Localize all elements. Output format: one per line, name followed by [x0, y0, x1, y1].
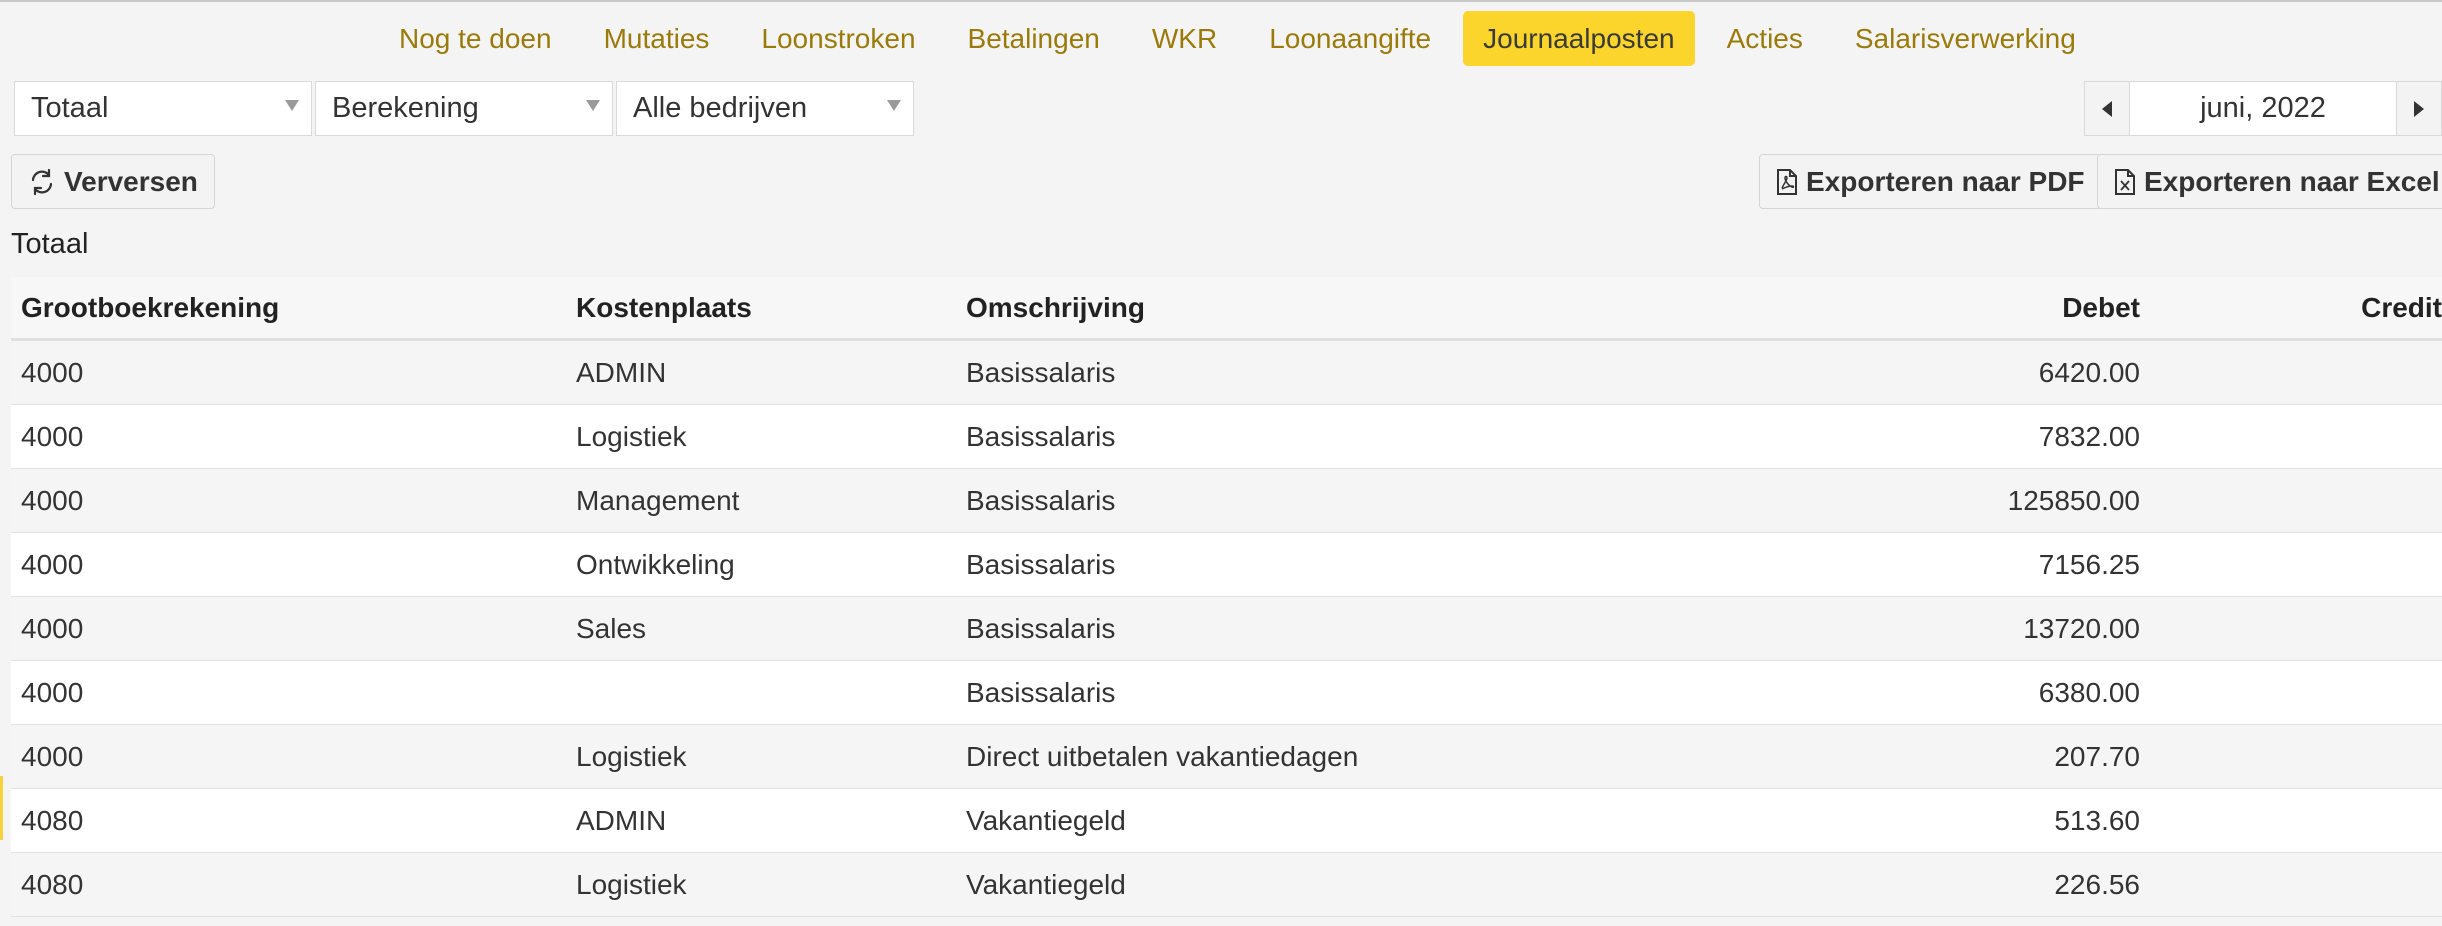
tab-nog-te-doen[interactable]: Nog te doen — [379, 11, 572, 66]
mode-select-value: Berekening — [332, 92, 479, 124]
caret-down-icon — [285, 100, 299, 111]
previous-period-button[interactable] — [2084, 81, 2130, 136]
caret-down-icon — [887, 100, 901, 111]
cell-account: 4080 — [21, 868, 84, 900]
cell-account: 4000 — [21, 676, 84, 708]
triangle-right-icon — [2414, 100, 2424, 117]
table-row[interactable]: 4000 Management Basissalaris 125850.00 — [11, 469, 2442, 533]
export-pdf-button[interactable]: Exporteren naar PDF — [1759, 154, 2102, 209]
table-row[interactable]: 4000 Ontwikkeling Basissalaris 7156.25 — [11, 533, 2442, 597]
cell-cost-center: Logistiek — [576, 868, 687, 900]
tab-wkr[interactable]: WKR — [1132, 11, 1237, 66]
cell-description: Direct uitbetalen vakantiedagen — [966, 740, 1359, 772]
cell-debit: 7156.25 — [2038, 548, 2140, 580]
cell-account: 4000 — [21, 612, 84, 644]
cell-debit: 207.70 — [2054, 740, 2140, 772]
tab-mutaties[interactable]: Mutaties — [584, 11, 730, 66]
cell-cost-center: Management — [576, 484, 740, 516]
cell-account: 4000 — [21, 548, 84, 580]
header-debit[interactable]: Debet — [2062, 292, 2140, 324]
cell-description: Basissalaris — [966, 356, 1116, 388]
cell-description: Basissalaris — [966, 484, 1116, 516]
company-select[interactable]: Alle bedrijven — [616, 81, 914, 136]
company-select-value: Alle bedrijven — [633, 92, 808, 124]
cell-account: 4000 — [21, 740, 84, 772]
cell-debit: 513.60 — [2054, 804, 2140, 836]
refresh-button-label: Verversen — [64, 165, 198, 197]
tab-acties[interactable]: Acties — [1707, 11, 1823, 66]
header-account[interactable]: Grootboekrekening — [21, 292, 279, 324]
type-select-value: Totaal — [31, 92, 109, 124]
cell-debit: 7832.00 — [2038, 420, 2140, 452]
export-excel-button[interactable]: Exporteren naar Excel — [2097, 154, 2442, 209]
section-title: Totaal — [11, 228, 89, 260]
triangle-left-icon — [2102, 100, 2112, 117]
cell-description: Basissalaris — [966, 612, 1116, 644]
cell-cost-center: Logistiek — [576, 740, 687, 772]
cell-account: 4000 — [21, 420, 84, 452]
mode-select[interactable]: Berekening — [315, 81, 613, 136]
header-credit[interactable]: Credit — [2361, 292, 2442, 324]
tab-loonaangifte[interactable]: Loonaangifte — [1249, 11, 1451, 66]
header-description[interactable]: Omschrijving — [966, 292, 1145, 324]
refresh-button[interactable]: Verversen — [11, 154, 215, 209]
cell-cost-center: ADMIN — [576, 356, 667, 388]
tab-loonstroken[interactable]: Loonstroken — [741, 11, 935, 66]
filter-bar: Totaal Berekening Alle bedrijven — [14, 81, 917, 136]
tab-journaalposten[interactable]: Journaalposten — [1463, 11, 1695, 66]
journal-table: Grootboekrekening Kostenplaats Omschrijv… — [11, 277, 2442, 917]
tab-betalingen[interactable]: Betalingen — [948, 11, 1120, 66]
refresh-icon — [28, 168, 56, 196]
export-pdf-label: Exporteren naar PDF — [1806, 165, 2085, 197]
table-row[interactable]: 4000 Logistiek Direct uitbetalen vakanti… — [11, 725, 2442, 789]
header-cost-center[interactable]: Kostenplaats — [576, 292, 752, 324]
table-header: Grootboekrekening Kostenplaats Omschrijv… — [11, 277, 2442, 341]
cell-debit: 6420.00 — [2038, 356, 2140, 388]
cell-account: 4000 — [21, 484, 84, 516]
cell-description: Basissalaris — [966, 548, 1116, 580]
export-excel-label: Exporteren naar Excel — [2144, 165, 2440, 197]
cell-debit: 125850.00 — [2007, 484, 2140, 516]
cell-description: Basissalaris — [966, 676, 1116, 708]
cell-cost-center: ADMIN — [576, 804, 667, 836]
tab-salarisverwerking[interactable]: Salarisverwerking — [1835, 11, 2096, 66]
period-display[interactable]: juni, 2022 — [2130, 81, 2396, 136]
cell-description: Vakantiegeld — [966, 868, 1126, 900]
cell-debit: 226.56 — [2054, 868, 2140, 900]
cell-account: 4080 — [21, 804, 84, 836]
table-row[interactable]: 4000 Logistiek Basissalaris 7832.00 — [11, 405, 2442, 469]
top-border — [0, 0, 2442, 2]
table-row[interactable]: 4080 ADMIN Vakantiegeld 513.60 — [11, 789, 2442, 853]
cell-description: Basissalaris — [966, 420, 1116, 452]
cell-debit: 13720.00 — [2023, 612, 2140, 644]
table-row[interactable]: 4000 Basissalaris 6380.00 — [11, 661, 2442, 725]
next-period-button[interactable] — [2396, 81, 2442, 136]
cell-debit: 6380.00 — [2038, 676, 2140, 708]
table-row[interactable]: 4000 ADMIN Basissalaris 6420.00 — [11, 341, 2442, 405]
cell-cost-center: Sales — [576, 612, 647, 644]
cell-account: 4000 — [21, 356, 84, 388]
table-row[interactable]: 4000 Sales Basissalaris 13720.00 — [11, 597, 2442, 661]
period-navigator: juni, 2022 — [2084, 81, 2442, 136]
cell-cost-center: Ontwikkeling — [576, 548, 735, 580]
file-excel-icon — [2114, 168, 2136, 196]
table-row[interactable]: 4080 Logistiek Vakantiegeld 226.56 — [11, 853, 2442, 917]
main-tabs: Nog te doen Mutaties Loonstroken Betalin… — [379, 11, 2108, 66]
cell-description: Vakantiegeld — [966, 804, 1126, 836]
caret-down-icon — [586, 100, 600, 111]
cell-cost-center: Logistiek — [576, 420, 687, 452]
file-pdf-icon — [1776, 168, 1798, 196]
type-select[interactable]: Totaal — [14, 81, 312, 136]
scroll-accent — [0, 776, 3, 840]
